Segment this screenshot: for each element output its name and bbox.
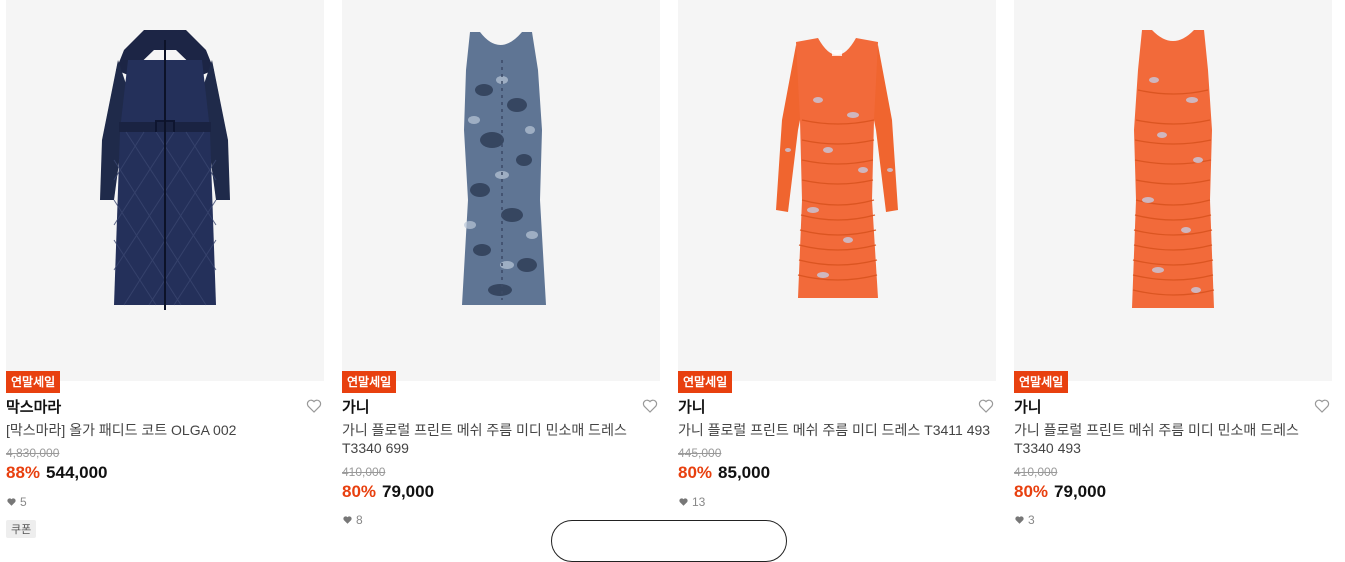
wishlist-heart-icon[interactable] bbox=[306, 398, 322, 414]
heart-filled-icon bbox=[1015, 516, 1024, 524]
product-grid: 연말세일 막스마라 [막스마라] 올가 패디드 코트 OLGA 002 4,83… bbox=[6, 0, 1332, 538]
product-name[interactable]: 가니 플로럴 프린트 메쉬 주름 미디 민소매 드레스 T3340 699 bbox=[342, 421, 660, 457]
price-line: 80% 79,000 bbox=[1014, 482, 1106, 502]
brand-name[interactable]: 가니 bbox=[1014, 396, 1042, 417]
wishlist-heart-icon[interactable] bbox=[1314, 398, 1330, 414]
original-price: 4,830,000 bbox=[6, 446, 60, 460]
discount-rate: 80% bbox=[1014, 482, 1049, 501]
heart-filled-icon bbox=[7, 498, 16, 506]
original-price: 410,000 bbox=[342, 465, 386, 479]
brand-name[interactable]: 막스마라 bbox=[6, 396, 61, 417]
product-image[interactable] bbox=[1014, 0, 1332, 381]
price-line: 88% 544,000 bbox=[6, 463, 107, 483]
product-name[interactable]: 가니 플로럴 프린트 메쉬 주름 미디 드레스 T3411 493 bbox=[678, 421, 996, 439]
brand-name[interactable]: 가니 bbox=[342, 396, 370, 417]
orange-long-sleeve-dress-image bbox=[776, 38, 898, 298]
sale-price: 544,000 bbox=[46, 463, 108, 482]
product-card[interactable]: 연말세일 가니 가니 플로럴 프린트 메쉬 주름 미디 드레스 T3411 49… bbox=[678, 0, 996, 529]
product-name[interactable]: 가니 플로럴 프린트 메쉬 주름 미디 민소매 드레스 T3340 493 bbox=[1014, 421, 1332, 457]
heart-filled-icon bbox=[679, 498, 688, 506]
product-card[interactable]: 연말세일 막스마라 [막스마라] 올가 패디드 코트 OLGA 002 4,83… bbox=[6, 0, 324, 538]
original-price: 410,000 bbox=[1014, 465, 1058, 479]
price-line: 80% 85,000 bbox=[678, 463, 770, 483]
sale-price: 79,000 bbox=[1054, 482, 1107, 501]
wishlist-heart-icon[interactable] bbox=[642, 398, 658, 414]
product-card[interactable]: 연말세일 가니 가니 플로럴 프린트 메쉬 주름 미디 민소매 드레스 T334… bbox=[1014, 0, 1332, 529]
coupon-tag: 쿠폰 bbox=[6, 520, 37, 538]
product-name[interactable]: [막스마라] 올가 패디드 코트 OLGA 002 bbox=[6, 421, 324, 439]
price-line: 80% 79,000 bbox=[342, 482, 434, 502]
product-image[interactable] bbox=[678, 0, 996, 381]
original-price: 445,000 bbox=[678, 446, 722, 460]
like-count-value: 5 bbox=[20, 495, 27, 509]
wishlist-heart-icon[interactable] bbox=[978, 398, 994, 414]
load-more-button[interactable] bbox=[551, 520, 787, 562]
like-count-value: 3 bbox=[1028, 513, 1035, 527]
sale-badge: 연말세일 bbox=[6, 371, 61, 393]
like-count-value: 8 bbox=[356, 513, 363, 527]
like-count: 8 bbox=[342, 513, 363, 527]
discount-rate: 80% bbox=[678, 463, 713, 482]
sale-price: 79,000 bbox=[382, 482, 435, 501]
like-count: 13 bbox=[678, 495, 705, 509]
discount-rate: 88% bbox=[6, 463, 41, 482]
orange-sleeveless-dress-image bbox=[1132, 30, 1215, 308]
like-count-value: 13 bbox=[692, 495, 706, 509]
brand-name[interactable]: 가니 bbox=[678, 396, 706, 417]
sale-badge: 연말세일 bbox=[678, 371, 733, 393]
discount-rate: 80% bbox=[342, 482, 377, 501]
blue-print-dress-image bbox=[462, 32, 546, 305]
navy-coat-image bbox=[100, 30, 230, 310]
product-card[interactable]: 연말세일 가니 가니 플로럴 프린트 메쉬 주름 미디 민소매 드레스 T334… bbox=[342, 0, 660, 529]
like-count: 3 bbox=[1014, 513, 1035, 527]
product-image[interactable] bbox=[342, 0, 660, 381]
like-count: 5 bbox=[6, 495, 27, 509]
sale-badge: 연말세일 bbox=[342, 371, 397, 393]
sale-badge: 연말세일 bbox=[1014, 371, 1069, 393]
heart-filled-icon bbox=[343, 516, 352, 524]
product-image[interactable] bbox=[6, 0, 324, 381]
sale-price: 85,000 bbox=[718, 463, 771, 482]
